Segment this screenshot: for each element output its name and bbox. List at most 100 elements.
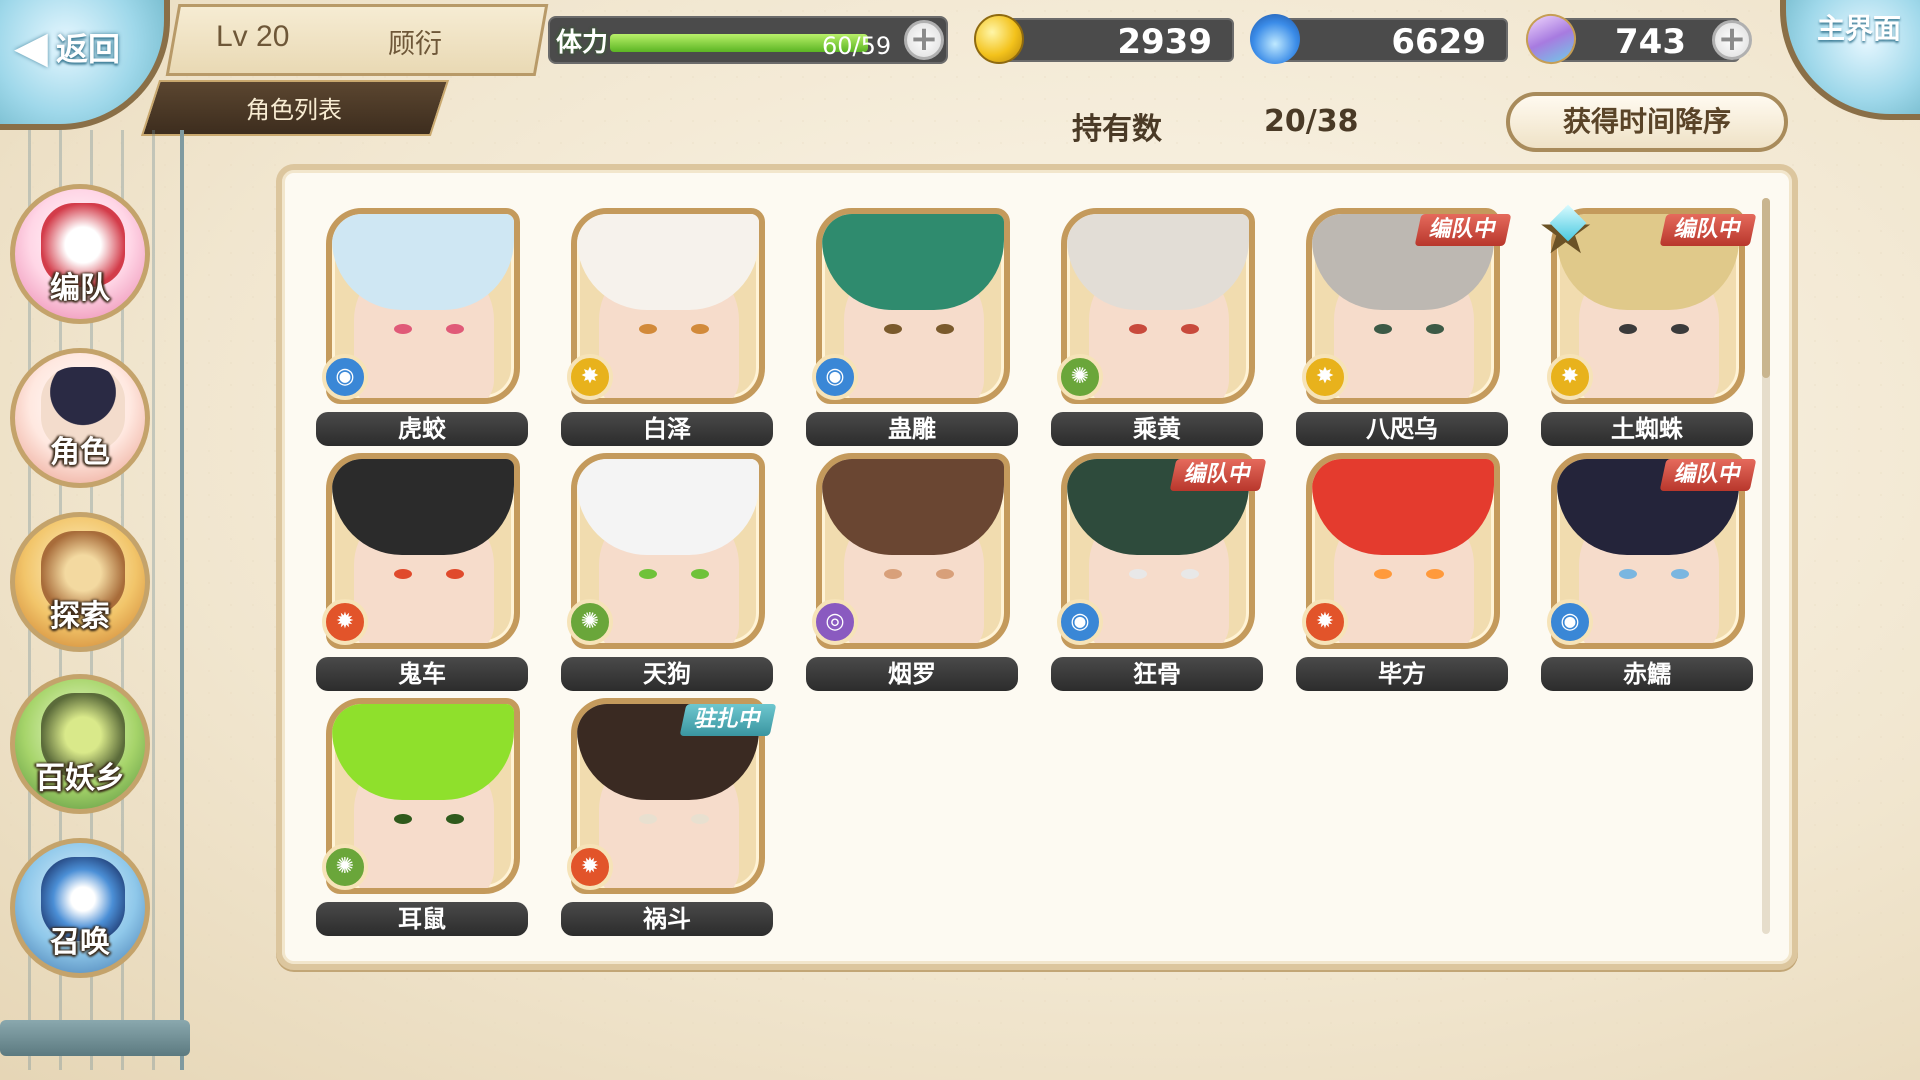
fire-element-icon: ✹ — [567, 844, 613, 890]
crystal-plus-icon[interactable]: + — [1712, 20, 1752, 60]
blue-flame-icon — [1250, 14, 1300, 64]
crystal-value: 743 — [1615, 22, 1686, 62]
character-card[interactable]: ✺ 乘黄 — [1051, 200, 1263, 450]
character-name: 白泽 — [561, 412, 773, 446]
character-name: 狂骨 — [1051, 657, 1263, 691]
crystal-icon — [1518, 6, 1584, 72]
character-card[interactable]: ✹ 毕方 — [1296, 445, 1508, 695]
character-card[interactable]: ✹ 鬼车 — [316, 445, 528, 695]
character-name: 乘黄 — [1051, 412, 1263, 446]
portrait-eye — [446, 324, 464, 334]
character-name: 赤鱬 — [1541, 657, 1753, 691]
water-element-icon: ◉ — [1547, 599, 1593, 645]
soulfire-value: 6629 — [1391, 22, 1486, 62]
wind-element-icon: ✺ — [1057, 354, 1103, 400]
character-card[interactable]: ◉ 蛊雕 — [806, 200, 1018, 450]
portrait-eye — [1129, 324, 1147, 334]
in-team-badge: 编队中 — [1414, 214, 1512, 246]
portrait-eye — [1426, 569, 1444, 579]
character-name: 耳鼠 — [316, 902, 528, 936]
water-element-icon: ◉ — [812, 354, 858, 400]
side-cage-rim — [0, 1020, 190, 1056]
nav-explore-button[interactable]: 探索 — [10, 512, 150, 652]
portrait-eye — [1129, 569, 1147, 579]
character-name: 祸斗 — [561, 902, 773, 936]
portrait-eye — [394, 569, 412, 579]
portrait-eye — [1181, 324, 1199, 334]
portrait-eye — [1671, 569, 1689, 579]
portrait-eye — [394, 814, 412, 824]
portrait-eye — [691, 569, 709, 579]
crystal-counter: 743 + — [1518, 6, 1752, 72]
character-name: 虎蛟 — [316, 412, 528, 446]
nav-explore-label: 探索 — [50, 599, 110, 634]
portrait-eye — [1619, 324, 1637, 334]
coin-value: 2939 — [1117, 22, 1212, 62]
dark-element-icon: ◎ — [812, 599, 858, 645]
wind-element-icon: ✺ — [567, 599, 613, 645]
in-team-badge: 编队中 — [1169, 459, 1267, 491]
nav-character-button[interactable]: 角色 — [10, 348, 150, 488]
player-level: Lv 20 — [216, 20, 290, 53]
character-card[interactable]: ◉ 虎蛟 — [316, 200, 528, 450]
stamina-plus-icon[interactable]: + — [904, 20, 944, 60]
portrait-eye — [691, 814, 709, 824]
character-card[interactable]: ✹ 驻扎中 祸斗 — [561, 690, 777, 940]
nav-team-label: 编队 — [50, 271, 110, 306]
leader-star-icon: ★ — [1537, 200, 1594, 264]
nav-village-button[interactable]: 百妖乡 — [10, 674, 150, 814]
character-name: 土蜘蛛 — [1541, 412, 1753, 446]
character-name: 八咫乌 — [1296, 412, 1508, 446]
stamina-bar: 体力 60/59 + — [548, 16, 948, 64]
character-name: 毕方 — [1296, 657, 1508, 691]
fire-element-icon: ✹ — [1302, 599, 1348, 645]
nav-summon-label: 召唤 — [50, 925, 110, 960]
owned-count-label: 持有数 — [1072, 112, 1162, 147]
portrait-eye — [884, 569, 902, 579]
light-element-icon: ✸ — [567, 354, 613, 400]
top-bar: ◀ 返回 Lv 20 顾衍 角色列表 体力 60/59 + 2939 6629 … — [0, 0, 1920, 136]
character-card[interactable]: ◉ 编队中狂骨 — [1051, 445, 1267, 695]
portrait-eye — [1671, 324, 1689, 334]
character-name: 天狗 — [561, 657, 773, 691]
character-card[interactable]: ✸ ★ 编队中土蜘蛛 — [1537, 200, 1757, 450]
nav-summon-button[interactable]: 召唤 — [10, 838, 150, 978]
stamina-label: 体力 — [556, 28, 609, 58]
portrait-eye — [1619, 569, 1637, 579]
portrait-eye — [639, 814, 657, 824]
nav-team-button[interactable]: 编队 — [10, 184, 150, 324]
sort-label: 获得时间降序 — [1562, 105, 1731, 138]
character-name: 蛊雕 — [806, 412, 1018, 446]
character-card[interactable]: ✸ 编队中八咫乌 — [1296, 200, 1512, 450]
portrait-eye — [691, 324, 709, 334]
player-name: 顾衍 — [388, 29, 442, 59]
character-card[interactable]: ◉ 编队中赤鱬 — [1541, 445, 1757, 695]
water-element-icon: ◉ — [1057, 599, 1103, 645]
water-element-icon: ◉ — [322, 354, 368, 400]
back-label: 返回 — [56, 30, 121, 68]
soulfire-counter: 6629 — [1250, 14, 1508, 64]
portrait-eye — [884, 324, 902, 334]
coin-icon — [974, 14, 1024, 64]
portrait-eye — [1374, 324, 1392, 334]
portrait-eye — [639, 324, 657, 334]
nav-character-label: 角色 — [50, 435, 110, 470]
portrait-eye — [446, 814, 464, 824]
in-team-badge: 编队中 — [1659, 459, 1757, 491]
tab-character-list-label: 角色列表 — [246, 96, 342, 124]
character-card[interactable]: ◎ 烟罗 — [806, 445, 1018, 695]
in-team-badge: 编队中 — [1659, 214, 1757, 246]
character-card[interactable]: ✺ 天狗 — [561, 445, 773, 695]
character-card[interactable]: ✸ 白泽 — [561, 200, 773, 450]
sort-button[interactable]: 获得时间降序 — [1506, 92, 1788, 152]
wind-element-icon: ✺ — [322, 844, 368, 890]
character-card[interactable]: ✺ 耳鼠 — [316, 690, 528, 940]
back-arrow-icon: ◀ — [14, 22, 48, 73]
portrait-eye — [394, 324, 412, 334]
fire-element-icon: ✹ — [322, 599, 368, 645]
portrait-eye — [936, 324, 954, 334]
character-name: 烟罗 — [806, 657, 1018, 691]
light-element-icon: ✸ — [1302, 354, 1348, 400]
scrollbar-thumb[interactable] — [1762, 198, 1770, 378]
owned-count-value: 20/38 — [1264, 104, 1359, 139]
